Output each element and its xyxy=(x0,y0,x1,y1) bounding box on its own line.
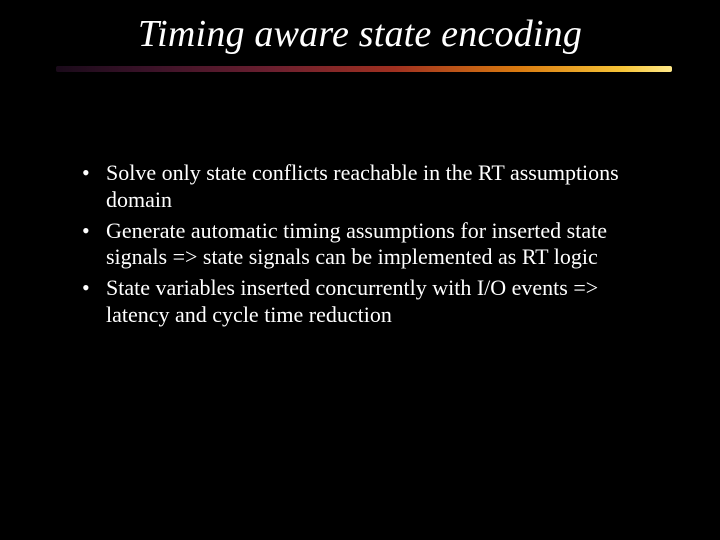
list-item: Solve only state conflicts reachable in … xyxy=(82,160,660,214)
list-item: State variables inserted concurrently wi… xyxy=(82,275,660,329)
list-item: Generate automatic timing assumptions fo… xyxy=(82,218,660,272)
title-divider xyxy=(56,66,672,72)
slide-body: Solve only state conflicts reachable in … xyxy=(82,160,660,333)
bullet-list: Solve only state conflicts reachable in … xyxy=(82,160,660,329)
slide: Timing aware state encoding Solve only s… xyxy=(0,0,720,540)
slide-title: Timing aware state encoding xyxy=(0,12,720,56)
